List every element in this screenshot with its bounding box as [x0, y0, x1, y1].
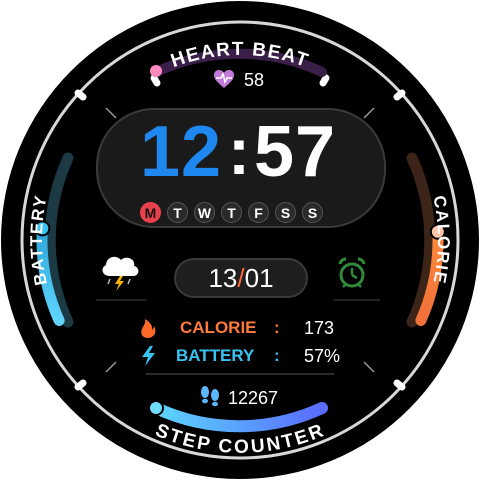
calorie-label: CALORIE	[180, 318, 257, 337]
step-counter-arc-knob	[148, 400, 164, 416]
weekday-2: W	[194, 202, 215, 223]
date-day: 13	[208, 263, 238, 293]
battery-label: BATTERY	[176, 346, 255, 365]
weekday-1: T	[167, 202, 188, 223]
time-separator: :	[228, 114, 250, 188]
heart-rate-value: 58	[244, 70, 265, 90]
weekday-6: S	[302, 202, 323, 223]
date-display[interactable]: 13/01	[174, 258, 308, 298]
battery-value: 57%	[304, 346, 341, 366]
calorie-value: 173	[304, 318, 335, 338]
step-count-value: 12267	[228, 388, 279, 408]
date-slash: /	[237, 263, 245, 293]
minute-display: 57	[254, 112, 337, 192]
weekday-4: F	[248, 202, 269, 223]
weekday-5: S	[275, 202, 296, 223]
hour-display: 12	[140, 112, 223, 192]
weekday-row: MTWTFSS	[140, 202, 340, 226]
date-month: 01	[244, 263, 274, 293]
watch-face: HEART BEAT STEP COUNTER BATTERY CALORIE	[0, 0, 480, 480]
heart-rate-arc-knob	[150, 65, 162, 77]
battery-separator: :	[274, 346, 280, 365]
weekday-3: T	[221, 202, 242, 223]
weekday-0: M	[140, 202, 161, 223]
calorie-separator: :	[274, 318, 280, 337]
